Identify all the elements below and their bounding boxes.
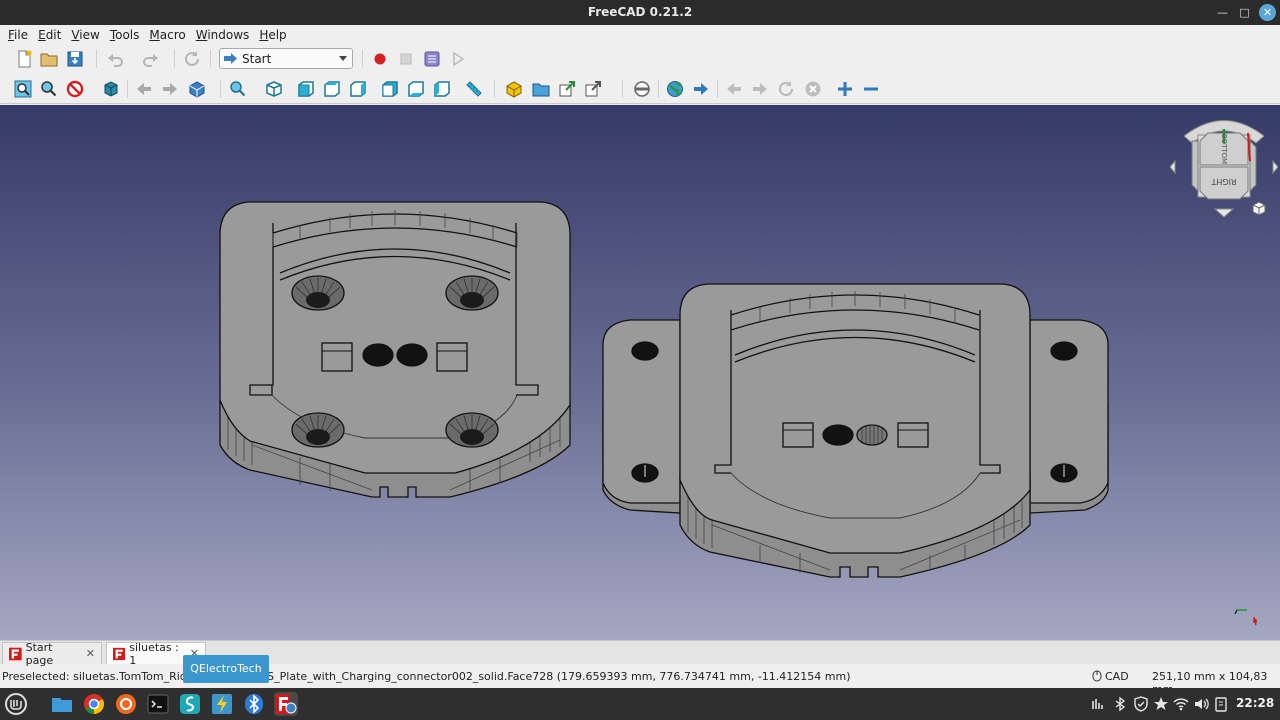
menu-macro[interactable]: Macro (144, 28, 190, 42)
wifi-icon[interactable] (1173, 696, 1189, 712)
redo-icon[interactable] (140, 49, 160, 69)
workbench-selected: Start (242, 51, 272, 66)
navigation-cube[interactable]: BOTTOM RIGHT (1169, 113, 1279, 221)
menu-view[interactable]: View (66, 28, 104, 42)
status-message: Preselected: siluetas.TomTom_Rider_R wit… (2, 670, 851, 683)
zoom-in-icon[interactable] (835, 79, 855, 99)
tab-label: Start page (25, 640, 54, 667)
clipboard-icon[interactable] (1213, 696, 1229, 712)
fit-selection-icon[interactable] (39, 79, 59, 99)
qelectrotech-icon[interactable] (210, 692, 234, 716)
mouse-icon (1092, 670, 1102, 682)
front-view-icon[interactable] (296, 79, 316, 99)
left-part-model[interactable] (219, 201, 571, 498)
volume-icon[interactable] (1193, 696, 1209, 712)
link-actions-icon[interactable] (583, 79, 603, 99)
taskbar-tooltip: QElectroTech (183, 655, 269, 683)
top-view-icon[interactable] (322, 79, 342, 99)
rear-view-icon[interactable] (380, 79, 400, 99)
macros-icon[interactable] (422, 49, 442, 69)
undo-icon[interactable] (106, 49, 126, 69)
forward-arrow-icon[interactable] (160, 79, 180, 99)
mint-menu-icon[interactable] (4, 692, 28, 716)
web-globe-icon[interactable] (665, 79, 685, 99)
start-workbench-icon (224, 53, 237, 64)
web-refresh-icon[interactable] (776, 79, 796, 99)
menu-bar: File Edit View Tools Macro Windows Help (0, 25, 1280, 44)
bluetooth-tray-icon[interactable] (1112, 696, 1128, 712)
std-views-icon[interactable] (187, 79, 207, 99)
rotate-right-arrow-icon[interactable] (1272, 159, 1279, 175)
execute-macro-icon[interactable] (448, 49, 468, 69)
tab-label: siluetas : 1 (129, 640, 179, 667)
navcube-top-face-label: BOTTOM (1220, 134, 1228, 164)
taskbar: 22:28 (0, 688, 1280, 720)
web-stop-icon[interactable] (803, 79, 823, 99)
file-toolbar: Start (0, 44, 1280, 74)
minimize-button[interactable]: — (1214, 4, 1231, 21)
terminal-icon[interactable] (146, 692, 170, 716)
section-icon[interactable] (632, 79, 652, 99)
star-icon[interactable] (1153, 696, 1169, 712)
maximize-button[interactable]: □ (1236, 4, 1253, 21)
new-document-icon[interactable] (14, 49, 34, 69)
pika-backup-icon[interactable] (114, 692, 138, 716)
zoom-icon[interactable] (228, 79, 248, 99)
create-group-icon[interactable] (531, 79, 551, 99)
shield-icon[interactable] (1133, 696, 1149, 712)
view-toolbar (0, 74, 1280, 104)
right-part-model[interactable] (602, 283, 1109, 578)
close-button[interactable]: ✕ (1259, 4, 1276, 21)
right-view-icon[interactable] (348, 79, 368, 99)
create-link-icon[interactable] (557, 79, 577, 99)
menu-tools[interactable]: Tools (105, 28, 145, 42)
simplenote-icon[interactable] (178, 692, 202, 716)
left-view-icon[interactable] (432, 79, 452, 99)
clock[interactable]: 22:28 (1236, 696, 1274, 710)
bounding-box-icon[interactable] (101, 79, 121, 99)
bluetooth-app-icon[interactable] (242, 692, 266, 716)
tab-start-page[interactable]: Start page ✕ (2, 640, 102, 667)
menu-file[interactable]: File (3, 28, 33, 42)
stop-macro-icon[interactable] (396, 49, 416, 69)
menu-help[interactable]: Help (254, 28, 291, 42)
freecad-logo-icon (9, 647, 22, 660)
open-folder-icon[interactable] (39, 49, 59, 69)
chrome-icon[interactable] (82, 692, 106, 716)
freecad-logo-icon (113, 647, 126, 660)
close-tab-icon[interactable]: ✕ (86, 647, 95, 660)
window-title: FreeCAD 0.21.2 (587, 5, 693, 19)
web-back-icon[interactable] (724, 79, 744, 99)
system-monitor-icon[interactable] (1090, 696, 1106, 712)
chevron-down-icon (339, 56, 347, 61)
next-arrow-icon[interactable] (691, 79, 711, 99)
draw-style-icon[interactable] (65, 79, 85, 99)
menu-windows[interactable]: Windows (191, 28, 255, 42)
bottom-view-icon[interactable] (406, 79, 426, 99)
workbench-selector[interactable]: Start (219, 48, 353, 69)
back-arrow-icon[interactable] (134, 79, 154, 99)
rotate-left-arrow-icon[interactable] (1169, 159, 1176, 175)
3d-viewport[interactable]: BOTTOM RIGHT (0, 105, 1280, 640)
fit-all-icon[interactable] (13, 79, 33, 99)
rotate-down-arrow-icon[interactable] (1213, 208, 1235, 218)
freecad-taskbar-icon[interactable] (274, 692, 298, 716)
navigation-style[interactable]: CAD (1092, 670, 1129, 683)
refresh-icon[interactable] (182, 49, 202, 69)
measure-icon[interactable] (464, 79, 484, 99)
web-forward-icon[interactable] (750, 79, 770, 99)
isometric-view-icon[interactable] (264, 79, 284, 99)
menu-edit[interactable]: Edit (33, 28, 66, 42)
axis-triad (1232, 605, 1262, 630)
record-macro-icon[interactable] (370, 49, 390, 69)
zoom-out-icon[interactable] (861, 79, 881, 99)
navcube-front-face-label: RIGHT (1211, 177, 1236, 186)
title-bar: FreeCAD 0.21.2 — □ ✕ (0, 0, 1280, 25)
save-icon[interactable] (65, 49, 85, 69)
file-manager-icon[interactable] (50, 692, 74, 716)
create-part-icon[interactable] (504, 79, 524, 99)
